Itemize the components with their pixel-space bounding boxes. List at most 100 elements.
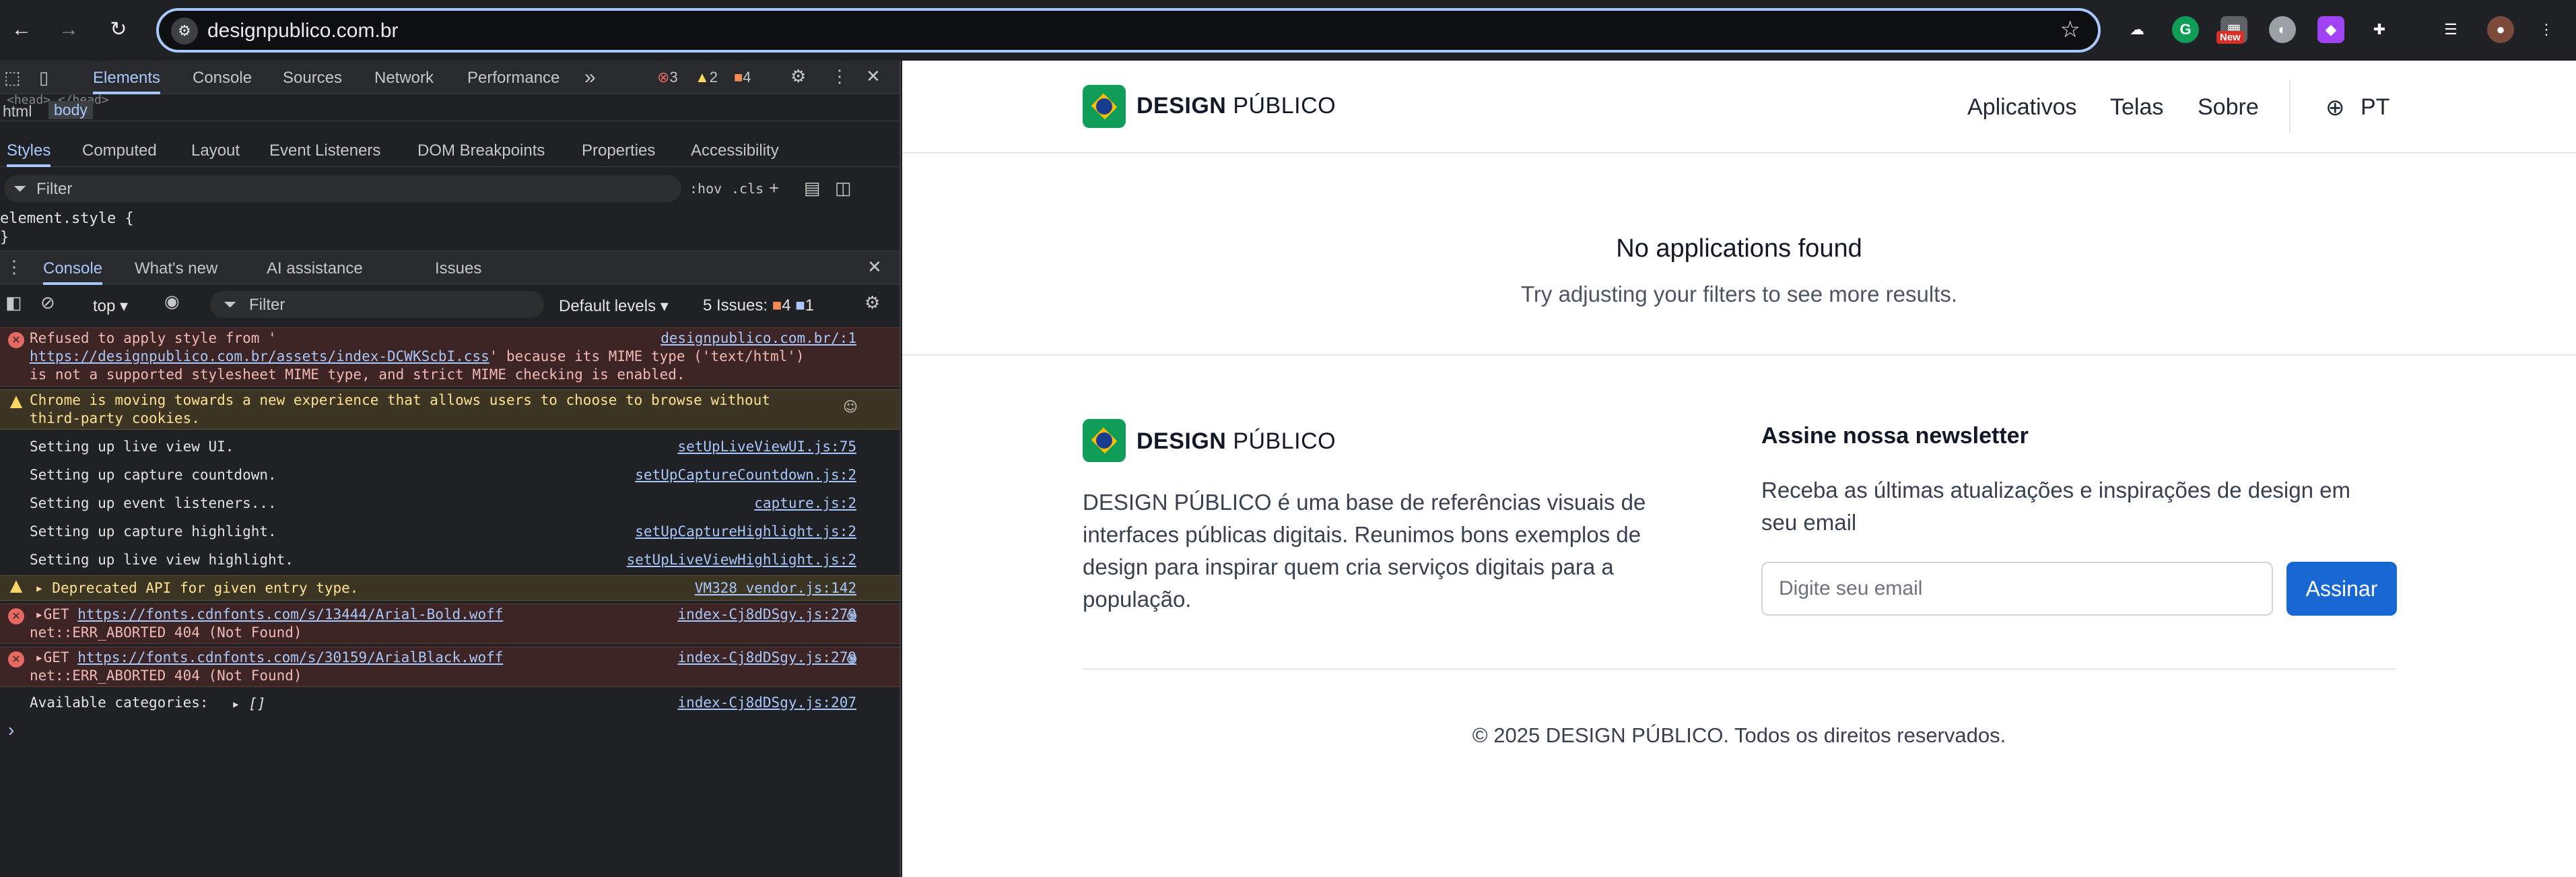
console-prompt[interactable]: › [8,719,14,741]
tab-properties[interactable]: Properties [582,141,655,160]
console-error-message: ✕ Refused to apply style from ' designpu… [0,327,900,387]
font-request-link[interactable]: https://fonts.cdnfonts.com/s/13444/Arial… [77,606,503,622]
site-logo[interactable]: DESIGN PÚBLICO [1137,93,1336,119]
issues-summary[interactable]: 5 Issues: ■4 ■1 [703,296,814,315]
tab-elements[interactable]: Elements [93,69,161,94]
source-link[interactable]: setUpCaptureHighlight.js:2 [635,523,856,541]
tab-event-listeners[interactable]: Event Listeners [269,141,380,160]
devtools-panel: ⬚ ▯ Elements Console Sources Network Per… [0,61,901,877]
newsletter-text: Receba as últimas atualizações e inspira… [1761,478,2350,535]
more-tabs-icon[interactable]: » [584,66,596,89]
devtools-menu-icon[interactable]: ⋮ [831,66,848,87]
source-link[interactable]: index-Cj8dDSgy.js:279 [677,649,856,667]
context-selector[interactable]: top ▾ [93,296,128,316]
profile-avatar[interactable]: ● [2487,16,2514,43]
hov-button[interactable]: :hov [689,181,722,197]
source-link[interactable]: designpublico.com.br/:1 [660,329,856,348]
stylesheet-link[interactable]: https://designpublico.com.br/assets/inde… [30,348,489,364]
console-filter-input[interactable]: ⏷ Filter [210,291,544,318]
issue-counter[interactable]: ■4 [734,69,751,86]
footer-logo[interactable]: DESIGN PÚBLICO [1137,428,1336,455]
grammarly-extension-icon[interactable]: G [2172,16,2199,43]
tab-network[interactable]: Network [374,69,434,88]
source-link[interactable]: index-Cj8dDSgy.js:207 [677,694,856,712]
nav-telas[interactable]: Telas [2110,94,2163,121]
circle-extension-icon[interactable]: ◐ [2269,16,2296,43]
extensions-puzzle-icon[interactable]: ✚ [2366,16,2393,43]
cloud-extension-icon[interactable]: ☁ [2124,16,2150,43]
source-link[interactable]: setUpLiveViewHighlight.js:2 [627,551,856,569]
language-selector[interactable]: PT [2361,94,2389,121]
bookmark-star-icon[interactable]: ☆ [2060,16,2080,43]
inspect-element-icon[interactable]: ⬚ [4,67,21,88]
address-bar[interactable]: ⚙ designpublico.com.br ☆ [156,8,2101,53]
tab-sources[interactable]: Sources [283,69,342,88]
source-link[interactable]: setUpLiveViewUI.js:75 [677,438,856,456]
settings-gear-icon[interactable]: ⚙ [790,66,806,87]
clear-console-icon[interactable]: ⊘ [40,292,55,313]
drawer-tab-console[interactable]: Console [43,259,103,285]
element-style-rule[interactable]: element.style { [0,210,134,227]
tab-accessibility[interactable]: Accessibility [691,141,779,160]
source-link[interactable]: VM328 vendor.js:142 [695,579,856,597]
footer-logo-icon[interactable] [1083,419,1126,462]
paint-icon[interactable]: ▤ [804,178,821,199]
reload-icon[interactable]: ↻ [102,13,135,46]
source-link[interactable]: setUpCaptureCountdown.js:2 [635,466,856,484]
about-text: DESIGN PÚBLICO é uma base de referências… [1083,490,1646,612]
crumb-body[interactable]: body [48,101,93,119]
forward-icon[interactable]: → [53,13,85,46]
drawer-tab-ai-assistance[interactable]: AI assistance [267,259,363,278]
console-settings-icon[interactable]: ⚙ [865,292,880,313]
drawer-menu-icon[interactable]: ⋮ [5,257,23,278]
site-info-icon[interactable]: ⚙ [171,18,198,44]
subscribe-button[interactable]: Assinar [2286,562,2397,616]
email-field[interactable] [1761,562,2273,616]
console-sidebar-icon[interactable]: ◧ [5,292,22,313]
purple-extension-icon[interactable]: ◆ [2317,16,2344,43]
drawer-tab-issues[interactable]: Issues [435,259,481,278]
log-levels-dropdown[interactable]: Default levels ▾ [559,296,669,316]
close-devtools-icon[interactable]: ✕ [866,66,881,87]
tab-performance[interactable]: Performance [467,69,560,88]
styles-filter-input[interactable]: ⏷ Filter [4,175,681,202]
source-link[interactable]: index-Cj8dDSgy.js:279 [677,606,856,624]
toggle-sidebar-icon[interactable]: ◫ [835,178,852,199]
reading-list-icon[interactable]: ☰ [2437,16,2464,43]
live-expression-eye-icon[interactable]: ◉ [164,291,180,312]
network-globe-icon[interactable]: ⊕ [846,607,858,625]
cls-button[interactable]: .cls [731,181,764,197]
web-page: DESIGN PÚBLICO Aplicativos Telas Sobre ⊕… [902,61,2576,877]
tab-computed[interactable]: Computed [82,141,157,160]
warning-counter[interactable]: ▲2 [695,69,718,86]
tab-console[interactable]: Console [193,69,252,88]
close-drawer-icon[interactable]: ✕ [867,257,882,278]
device-toolbar-icon[interactable]: ▯ [39,67,48,88]
empty-state-title: No applications found [1616,234,1862,263]
console-log-message: Setting up capture highlight. setUpCaptu… [30,523,856,541]
source-link[interactable]: capture.js:2 [754,494,856,513]
insight-icon[interactable]: ☺ [843,398,858,416]
tab-styles[interactable]: Styles [7,141,51,167]
error-icon: ✕ [8,651,24,668]
nav-aplicativos[interactable]: Aplicativos [1967,94,2077,121]
font-request-link[interactable]: https://fonts.cdnfonts.com/s/30159/Arial… [77,649,503,665]
copyright-text: © 2025 DESIGN PÚBLICO. Todos os direitos… [1472,723,2006,747]
logo-icon[interactable] [1083,85,1126,128]
categories-array[interactable]: ▸ [] [232,695,266,713]
menu-kebab-icon[interactable]: ⋮ [2533,16,2560,43]
crumb-html[interactable]: html [3,102,32,121]
globe-icon[interactable]: ⊕ [2326,94,2345,121]
nav-sobre[interactable]: Sobre [2198,94,2259,121]
filter-icon: ⏷ [13,180,27,198]
tab-layout[interactable]: Layout [191,141,240,160]
tab-dom-breakpoints[interactable]: DOM Breakpoints [417,141,545,160]
error-counter[interactable]: ⊗3 [657,69,678,86]
console-error-message: ✕ ▸GET https://fonts.cdnfonts.com/s/1344… [0,604,900,644]
network-globe-icon[interactable]: ⊕ [846,650,858,668]
console-warning-message: ▲ Chrome is moving towards a new experie… [0,389,900,430]
drawer-tab-whats-new[interactable]: What's new [135,259,217,278]
url-text[interactable]: designpublico.com.br [207,20,399,42]
back-icon[interactable]: ← [5,13,38,46]
new-style-rule-icon[interactable]: + [769,178,779,199]
